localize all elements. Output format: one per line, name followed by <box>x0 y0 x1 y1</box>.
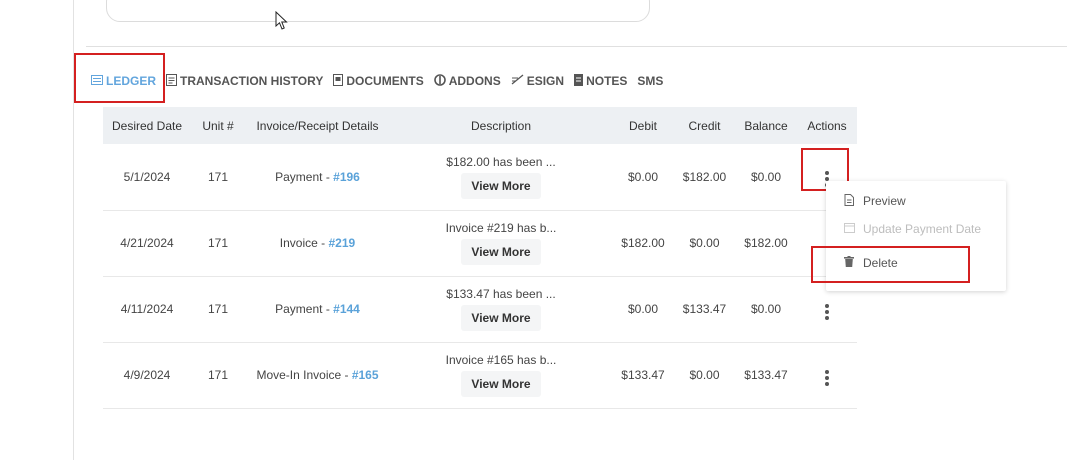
table-row: 4/11/2024 171 Payment - #144 $133.47 has… <box>103 276 857 343</box>
menu-item-update-payment-date: Update Payment Date <box>826 217 1006 241</box>
cell-details: Move-In Invoice - #165 <box>245 342 390 409</box>
tab-label: ESIGN <box>526 74 565 88</box>
cell-details: Invoice - #219 <box>245 210 390 277</box>
column-header-debit[interactable]: Debit <box>612 107 674 144</box>
mouse-cursor-icon <box>275 10 289 36</box>
cell-balance: $0.00 <box>735 144 797 211</box>
cell-date: 5/1/2024 <box>103 144 191 211</box>
transaction-history-icon <box>166 73 178 89</box>
section-divider <box>86 46 1067 47</box>
invoice-link[interactable]: #165 <box>352 368 379 382</box>
delete-highlight-box <box>811 246 970 283</box>
cell-description: $133.47 has been ... View More <box>390 276 612 343</box>
description-text: Invoice #219 has b... <box>445 221 557 235</box>
view-more-button[interactable]: View More <box>461 371 541 397</box>
cell-description: $182.00 has been ... View More <box>390 144 612 211</box>
cell-credit: $182.00 <box>674 144 735 211</box>
cell-balance: $133.47 <box>735 342 797 409</box>
view-more-button[interactable]: View More <box>461 239 541 265</box>
cell-balance: $0.00 <box>735 276 797 343</box>
kebab-menu-icon[interactable] <box>820 302 834 322</box>
preview-icon <box>844 193 856 209</box>
cell-description: Invoice #165 has b... View More <box>390 342 612 409</box>
cell-date: 4/21/2024 <box>103 210 191 277</box>
tab-transaction-history[interactable]: TRANSACTION HISTORY <box>166 73 324 89</box>
cell-unit: 171 <box>191 144 245 211</box>
column-header-balance[interactable]: Balance <box>735 107 797 144</box>
tab-esign[interactable]: ESIGN <box>511 74 564 88</box>
column-header-desired-date[interactable]: Desired Date <box>103 107 191 144</box>
cell-credit: $133.47 <box>674 276 735 343</box>
menu-item-preview[interactable]: Preview <box>826 189 1006 213</box>
receipt-link[interactable]: #196 <box>333 170 360 184</box>
cell-date: 4/9/2024 <box>103 342 191 409</box>
cell-unit: 171 <box>191 342 245 409</box>
column-header-unit[interactable]: Unit # <box>191 107 245 144</box>
tab-documents[interactable]: DOCUMENTS <box>333 73 424 89</box>
detail-type: Invoice - <box>279 236 329 250</box>
tab-label: SMS <box>637 74 664 88</box>
ledger-tab-highlight-box <box>74 53 165 103</box>
table-row: 4/9/2024 171 Move-In Invoice - #165 Invo… <box>103 342 857 409</box>
cell-credit: $0.00 <box>674 210 735 277</box>
tab-label: NOTES <box>586 74 628 88</box>
cell-unit: 171 <box>191 210 245 277</box>
detail-type: Move-In Invoice - <box>256 368 352 382</box>
invoice-link[interactable]: #219 <box>328 236 355 250</box>
cell-debit: $182.00 <box>612 210 674 277</box>
view-more-button[interactable]: View More <box>461 305 541 331</box>
table-header-row: Desired Date Unit # Invoice/Receipt Deta… <box>103 107 857 144</box>
column-header-description[interactable]: Description <box>390 107 612 144</box>
cell-details: Payment - #196 <box>245 144 390 211</box>
cell-actions <box>797 342 857 409</box>
description-text: Invoice #165 has b... <box>445 353 557 367</box>
table-row: 5/1/2024 171 Payment - #196 $182.00 has … <box>103 144 857 211</box>
description-text: $182.00 has been ... <box>446 154 556 169</box>
esign-icon <box>511 74 524 88</box>
tab-addons[interactable]: ADDONS <box>433 73 501 89</box>
cell-credit: $0.00 <box>674 342 735 409</box>
menu-item-label: Update Payment Date <box>863 222 982 236</box>
kebab-menu-icon[interactable] <box>820 368 834 388</box>
view-more-button[interactable]: View More <box>461 172 541 199</box>
table-row: 4/21/2024 171 Invoice - #219 Invoice #21… <box>103 210 857 277</box>
cell-debit: $0.00 <box>612 276 674 343</box>
tab-bar: LEDGER TRANSACTION HISTORY DOCUMENTS ADD… <box>91 72 673 90</box>
cell-details: Payment - #144 <box>245 276 390 343</box>
menu-item-label: Preview <box>863 194 906 208</box>
column-header-details[interactable]: Invoice/Receipt Details <box>245 107 390 144</box>
description-text: $133.47 has been ... <box>446 287 556 301</box>
cell-unit: 171 <box>191 276 245 343</box>
tab-label: ADDONS <box>448 74 501 88</box>
detail-type: Payment - <box>275 302 334 316</box>
tab-label: TRANSACTION HISTORY <box>180 74 324 88</box>
tab-label: DOCUMENTS <box>346 74 424 88</box>
cell-debit: $133.47 <box>612 342 674 409</box>
top-card <box>106 0 650 22</box>
documents-icon <box>333 73 344 89</box>
column-header-actions: Actions <box>797 107 857 144</box>
ledger-table: Desired Date Unit # Invoice/Receipt Deta… <box>103 107 857 409</box>
cell-debit: $0.00 <box>612 144 674 211</box>
tab-notes[interactable]: NOTES <box>574 73 628 89</box>
tab-sms[interactable]: SMS <box>637 74 663 88</box>
notes-icon <box>574 73 584 89</box>
cell-date: 4/11/2024 <box>103 276 191 343</box>
cell-balance: $182.00 <box>735 210 797 277</box>
detail-type: Payment - <box>275 169 334 184</box>
receipt-link[interactable]: #144 <box>333 302 360 316</box>
addons-icon <box>433 73 446 89</box>
cell-description: Invoice #219 has b... View More <box>390 210 612 277</box>
column-header-credit[interactable]: Credit <box>674 107 735 144</box>
calendar-icon <box>844 222 856 236</box>
